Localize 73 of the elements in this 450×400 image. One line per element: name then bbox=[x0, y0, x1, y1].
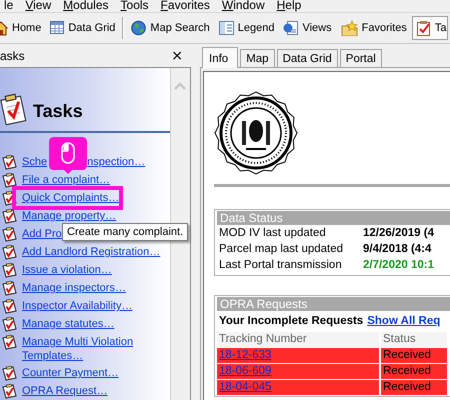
status-value: 9/4/2018 (4:4 bbox=[363, 242, 432, 257]
toolbar-button[interactable]: Home bbox=[0, 16, 46, 40]
task-link[interactable]: Inspector Availability… bbox=[22, 299, 132, 313]
clipboard-icon bbox=[0, 92, 27, 124]
checklist-icon bbox=[0, 191, 17, 206]
close-button[interactable]: × bbox=[171, 48, 183, 62]
table-cell: Received bbox=[380, 364, 447, 380]
document-globe-icon bbox=[283, 20, 298, 36]
checklist-icon bbox=[0, 245, 17, 260]
checklist-icon bbox=[0, 384, 17, 399]
show-all-link[interactable]: Show All Req bbox=[367, 315, 440, 327]
toolbar-button[interactable]: Favorites bbox=[336, 16, 411, 40]
mouse-icon bbox=[61, 142, 75, 164]
menu-item[interactable]: Tools bbox=[116, 0, 157, 12]
tab[interactable]: Data Grid bbox=[276, 49, 338, 67]
task-link[interactable]: Counter Payment… bbox=[22, 366, 119, 380]
task-link[interactable]: Quick Complaints… bbox=[22, 191, 120, 205]
menu-item[interactable]: Help bbox=[272, 0, 310, 12]
checklist-icon bbox=[0, 227, 17, 242]
task-link[interactable]: OPRA Request… bbox=[22, 384, 108, 398]
task-link[interactable]: Add Landlord Registration… bbox=[22, 245, 160, 259]
status-label: Last Portal transmission bbox=[219, 258, 343, 273]
task-link[interactable]: Add Pro bbox=[22, 227, 62, 241]
toolbar-button[interactable]: Ta bbox=[412, 16, 448, 40]
tab[interactable]: Map bbox=[240, 49, 275, 67]
menu-item[interactable]: Favorites bbox=[156, 0, 218, 12]
status-value: 12/26/2019 (4 bbox=[363, 226, 434, 241]
checklist-icon bbox=[0, 155, 17, 170]
checklist-icon bbox=[0, 299, 17, 314]
scroll-up-icon bbox=[174, 82, 186, 90]
task-link[interactable]: Manage statutes… bbox=[22, 317, 114, 331]
task-link[interactable]: Issue a violation… bbox=[22, 263, 112, 277]
table-cell: Received bbox=[380, 380, 447, 395]
toolbar-button[interactable]: Map Search bbox=[127, 16, 214, 40]
globe-icon bbox=[131, 20, 146, 36]
toolbar-button[interactable]: Legend bbox=[214, 16, 278, 40]
clipboard-icon bbox=[416, 20, 431, 36]
menu-item[interactable]: Modules bbox=[59, 0, 117, 12]
pane-title: asks bbox=[0, 48, 25, 62]
status-label: Parcel map last updated bbox=[219, 242, 344, 257]
task-link[interactable]: Manage Multi Violation Templates… bbox=[22, 335, 164, 363]
column-header: Tracking Number bbox=[217, 332, 380, 348]
checklist-icon bbox=[0, 263, 17, 278]
checklist-icon bbox=[0, 317, 17, 332]
tooltip: Create many complaint. bbox=[62, 223, 188, 241]
task-link[interactable]: Sche bbox=[22, 155, 48, 169]
task-link[interactable]: Manage property… bbox=[22, 209, 116, 223]
checklist-icon bbox=[0, 335, 17, 350]
section-header: Data Status bbox=[217, 211, 450, 225]
task-link[interactable]: File a complaint… bbox=[22, 173, 110, 187]
task-link[interactable]: Manage inspectors… bbox=[22, 281, 126, 295]
column-header: Status bbox=[380, 332, 447, 348]
status-value: 2/7/2020 10:1 bbox=[363, 258, 434, 273]
legend-icon bbox=[218, 20, 234, 36]
checklist-icon bbox=[0, 366, 17, 381]
star-folder-icon bbox=[340, 20, 358, 36]
menu-item[interactable]: View bbox=[21, 0, 60, 12]
requests-heading: Your Incomplete Requests bbox=[219, 315, 364, 327]
tab[interactable]: Info bbox=[202, 47, 238, 68]
status-label: MOD IV last updated bbox=[219, 226, 327, 241]
toolbar-button[interactable]: Data Grid bbox=[46, 16, 120, 40]
section-header: OPRA Requests bbox=[217, 297, 450, 311]
checklist-icon bbox=[0, 281, 17, 296]
menu-item[interactable]: le bbox=[0, 0, 22, 12]
tab[interactable]: Portal bbox=[340, 49, 382, 67]
table-cell: Received bbox=[380, 348, 447, 364]
task-link[interactable]: nspection… bbox=[87, 155, 146, 169]
checklist-icon bbox=[0, 173, 17, 188]
tasks-heading: Tasks bbox=[33, 101, 83, 122]
checklist-icon bbox=[0, 209, 17, 224]
table-icon bbox=[50, 20, 64, 36]
menu-item[interactable]: Window bbox=[218, 0, 273, 12]
toolbar-button[interactable]: Views bbox=[279, 16, 336, 40]
